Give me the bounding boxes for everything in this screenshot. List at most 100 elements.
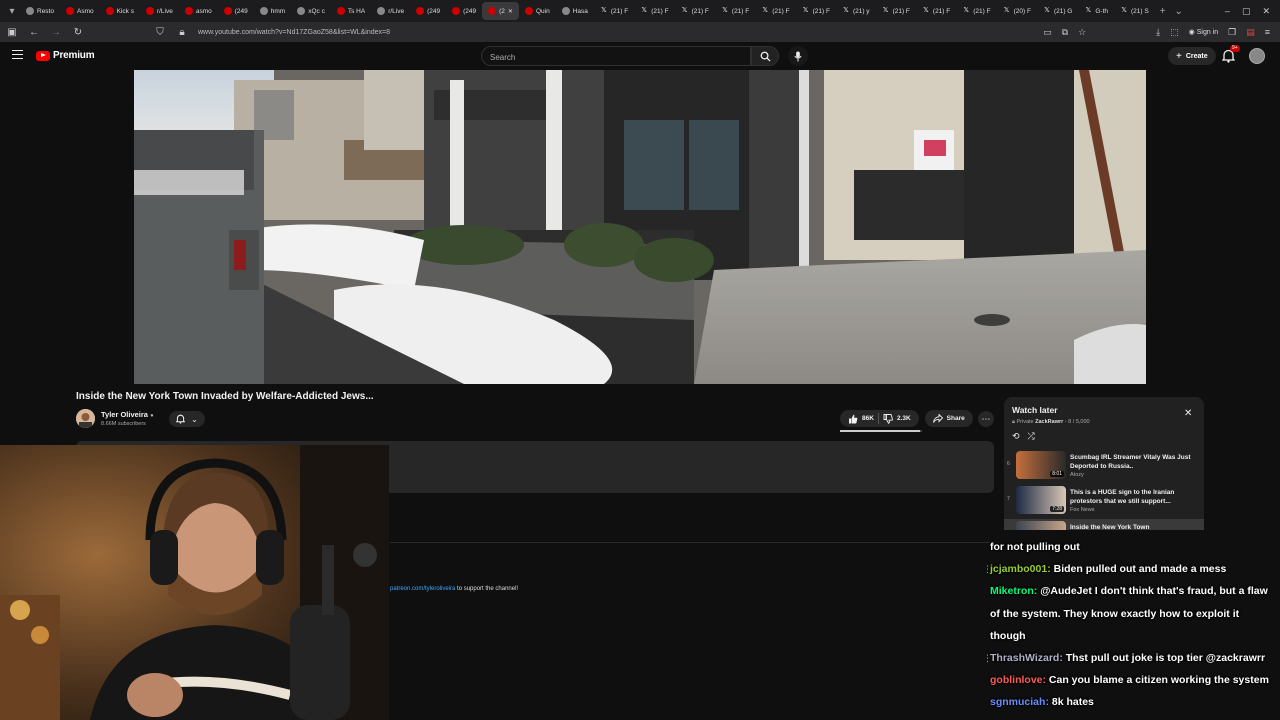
extension-icon[interactable]: ⬚	[1170, 27, 1179, 38]
playlist-item[interactable]: 6 8:01 Scumbag IRL Streamer Vitaly Was Jus…	[1004, 449, 1204, 483]
bookmark-star-icon[interactable]: ☆	[1078, 27, 1086, 38]
browser-tab[interactable]: 𝕏 (21) F	[755, 2, 795, 20]
sign-in-button[interactable]: ◉ Sign in	[1189, 28, 1218, 36]
extension-badge-icon[interactable]: ▤	[1246, 27, 1255, 38]
minimize-icon[interactable]: –	[1225, 6, 1230, 17]
create-label: Create	[1185, 52, 1208, 60]
download-icon[interactable]: ⤓	[1156, 27, 1160, 38]
screenshot-icon[interactable]: ⧉	[1062, 27, 1068, 38]
browser-tab[interactable]: 𝕏 (21) y	[836, 2, 876, 20]
copy-icon[interactable]: ❐	[1228, 27, 1236, 38]
browser-tab[interactable]: (249	[446, 2, 482, 20]
youtube-play-icon	[36, 50, 50, 61]
like-button[interactable]: 86K	[848, 414, 874, 424]
browser-tab[interactable]: 𝕏 (21) F	[916, 2, 956, 20]
video-player[interactable]	[134, 70, 1146, 384]
cast-icon[interactable]: ▭	[1043, 27, 1052, 38]
browser-tab[interactable]: (2 ✕	[482, 2, 519, 20]
tab-dropdown-icon[interactable]: ⌄	[1171, 3, 1187, 19]
maximize-icon[interactable]: ▢	[1242, 6, 1251, 17]
youtube-favicon-icon	[105, 7, 114, 15]
browser-tab[interactable]: 𝕏 (21) F	[634, 2, 674, 20]
search-box	[481, 46, 751, 67]
playlist-item[interactable]: Inside the New York TownInvaded by Welfa…	[1004, 519, 1204, 530]
browser-tab[interactable]: Resto	[20, 2, 60, 20]
address-bar: ▣ ← → ↻ ⛉ 🔒︎ www.youtube.com/watch?v=Nd1…	[0, 22, 1280, 42]
tab-label: Asmo	[76, 7, 94, 15]
browser-tab[interactable]: 𝕏 (21) F	[876, 2, 916, 20]
browser-tab[interactable]: 𝕏 (21) F	[715, 2, 755, 20]
chat-username[interactable]: Miketron	[990, 585, 1034, 597]
browser-tab[interactable]: xQc c	[291, 2, 331, 20]
x-favicon-icon: 𝕏	[963, 7, 970, 14]
browser-tab[interactable]: Asmo	[60, 2, 100, 20]
close-icon[interactable]: ✕	[1184, 408, 1192, 419]
browser-tab[interactable]: Ts HA	[331, 2, 371, 20]
url-field[interactable]: www.youtube.com/watch?v=Nd17ZGaoZ58&list…	[198, 29, 390, 36]
chat-username[interactable]: ThrashWizard	[990, 652, 1059, 664]
dislike-button[interactable]: 2.3K	[883, 413, 911, 424]
voice-search-button[interactable]	[788, 46, 808, 66]
browser-tab[interactable]: 𝕏 (21) F	[796, 2, 836, 20]
chat-username[interactable]: jcjambo001	[990, 563, 1047, 575]
browser-tab[interactable]: r/Live	[371, 2, 410, 20]
search-input[interactable]	[482, 48, 750, 67]
playlist-item[interactable]: 7 7:28 This is a HUGE sign to the Iranian …	[1004, 484, 1204, 518]
browser-tab[interactable]: Kick s	[100, 2, 140, 20]
back-icon[interactable]: ←	[28, 27, 40, 38]
browser-tab[interactable]: r/Live	[140, 2, 179, 20]
browser-tab[interactable]: Hasa	[556, 2, 594, 20]
playlist-title[interactable]: Watch later	[1012, 405, 1058, 415]
notifications-button[interactable]: 9+	[1221, 45, 1240, 63]
lock-icon[interactable]: 🔒︎	[176, 27, 188, 38]
browser-tab[interactable]: 𝕏 (21) G	[1037, 2, 1078, 20]
browser-tab[interactable]: 𝕏 (21) F	[594, 2, 634, 20]
youtube-favicon-icon	[65, 7, 74, 15]
playlist-owner[interactable]: ZackRawrr	[1035, 419, 1063, 425]
guide-menu-icon[interactable]	[12, 50, 23, 59]
loop-icon[interactable]: ⟲	[1012, 431, 1020, 442]
browser-tab-strip: ▾ Resto Asmo Kick s r/Live asmo (249 hmm xQc c T…	[0, 0, 1280, 22]
tab-menu-icon[interactable]: ▾	[4, 3, 20, 19]
browser-tab[interactable]: Quin	[519, 2, 556, 20]
thumbs-up-icon	[849, 414, 858, 423]
shield-icon[interactable]: ⛉	[154, 27, 166, 38]
share-button[interactable]: Share	[924, 410, 973, 427]
reload-icon[interactable]: ↻	[72, 27, 84, 38]
shuffle-icon[interactable]: ⤮	[1028, 431, 1035, 442]
sidebar-toggle-icon[interactable]: ▣	[6, 27, 18, 38]
browser-toolbar-right: ▭ ⧉ ☆ ⤓ ⬚ ◉ Sign in ❐ ▤ ≡	[1043, 27, 1280, 38]
chat-options-icon[interactable]: ⋮	[983, 653, 992, 664]
chat-options-icon[interactable]: ⋮	[983, 564, 992, 575]
browser-menu-icon[interactable]: ≡	[1265, 27, 1270, 37]
create-button[interactable]: + Create	[1168, 47, 1216, 65]
chat-username[interactable]: sgnmuciah	[990, 696, 1045, 708]
browser-tab[interactable]: (249	[410, 2, 446, 20]
youtube-logo[interactable]: Premium	[36, 50, 95, 61]
forward-icon[interactable]: →	[50, 27, 62, 38]
more-actions-button[interactable]: ⋯	[978, 411, 994, 427]
channel-name[interactable]: Tyler Oliveira ●	[101, 410, 154, 419]
browser-tab[interactable]: asmo	[179, 2, 218, 20]
x-favicon-icon: 𝕏	[1003, 7, 1010, 14]
browser-tab[interactable]: 𝕏 (21) F	[675, 2, 715, 20]
close-window-icon[interactable]: ✕	[1262, 6, 1270, 17]
new-tab-icon[interactable]: +	[1155, 3, 1171, 19]
chat-message: of the system. They know exactly how to …	[990, 605, 1239, 625]
chat-username[interactable]: goblinlove	[990, 674, 1043, 686]
browser-tab[interactable]: (249	[218, 2, 254, 20]
account-avatar[interactable]	[1249, 48, 1265, 64]
plus-icon: +	[1176, 50, 1182, 62]
video-title: Inside the New York Town Invaded by Welf…	[76, 391, 374, 402]
channel-avatar[interactable]	[76, 409, 95, 428]
search-button[interactable]	[751, 46, 779, 66]
browser-tab[interactable]: hmm	[254, 2, 291, 20]
browser-tab[interactable]: 𝕏 (21) S	[1114, 2, 1155, 20]
patreon-link[interactable]: patreon.com/tyleroliveira	[390, 586, 455, 592]
browser-tab[interactable]: 𝕏 (21) F	[956, 2, 996, 20]
browser-tab[interactable]: 𝕏 G-th	[1078, 2, 1114, 20]
playlist-item-title: Inside the New York Town	[1070, 524, 1150, 530]
browser-tab[interactable]: 𝕏 (20) F	[997, 2, 1037, 20]
subscription-bell-button[interactable]: ⌄	[169, 411, 205, 427]
tab-close-icon[interactable]: ✕	[508, 8, 513, 15]
